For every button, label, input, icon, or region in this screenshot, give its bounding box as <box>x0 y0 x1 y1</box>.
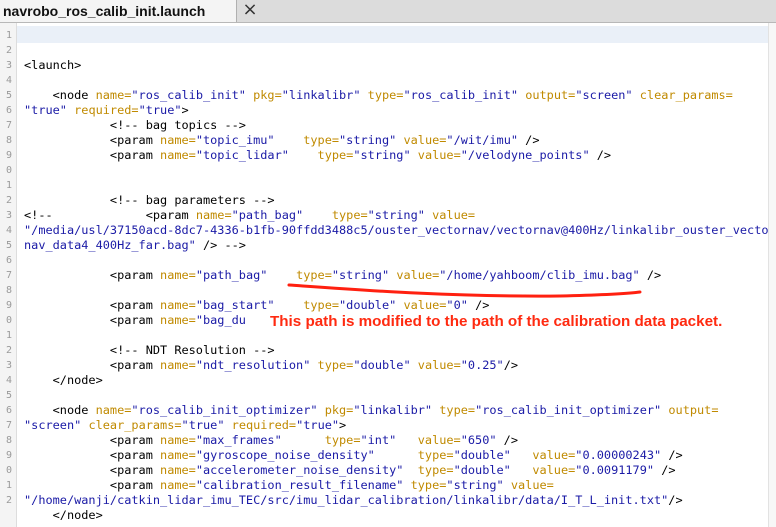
red-underline-stroke <box>287 283 642 298</box>
annotation-overlay <box>287 283 642 298</box>
annotation-text: This path is modified to the path of the… <box>270 313 723 330</box>
